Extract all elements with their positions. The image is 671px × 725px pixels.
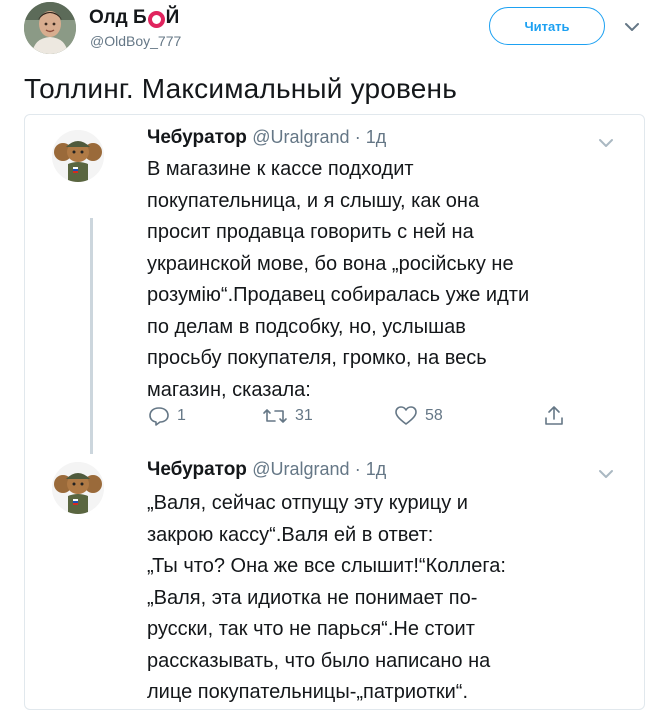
- author-handle[interactable]: @Uralgrand: [252, 127, 349, 147]
- thread-tweet-1[interactable]: Чебуратор @Uralgrand · 1д В магазине к к…: [24, 114, 645, 454]
- like-icon: [395, 406, 417, 425]
- thread-tweet-2[interactable]: Чебуратор @Uralgrand · 1д „Валя, сейчас …: [24, 454, 645, 704]
- reply-count: 1: [177, 407, 186, 424]
- tweet-body: „Валя, сейчас отпущу эту курицу и закрою…: [147, 488, 627, 709]
- retweet-button[interactable]: 31: [261, 404, 313, 428]
- display-name-text: Олд Б: [89, 7, 147, 28]
- reply-button[interactable]: 1: [147, 404, 186, 428]
- user-handle[interactable]: @OldBoy_777: [90, 33, 181, 49]
- like-button[interactable]: 58: [393, 404, 443, 428]
- tweet-body-line: „Валя, эта идиотка не понимает по-: [147, 586, 478, 609]
- retweet-icon: [263, 409, 287, 423]
- reply-icon: [149, 407, 169, 426]
- chevron-down-icon[interactable]: [596, 133, 616, 153]
- avatar[interactable]: [52, 462, 104, 514]
- cheburashka-avatar-image: [52, 462, 104, 514]
- tweet-body-line: „Валя, сейчас отпущу эту курицу и: [147, 492, 468, 514]
- tweet-body-line: лице покупательницы-„патриотки“.: [147, 681, 468, 703]
- tweet-text: Толлинг. Максимальный уровень: [24, 73, 457, 104]
- author-handle[interactable]: @Uralgrand: [252, 459, 349, 479]
- tweet-body-line: магазин, сказала:: [147, 378, 311, 401]
- share-button[interactable]: [542, 404, 566, 428]
- tweet-body-line: „Ты что? Она же все слышит!“Коллега:: [147, 555, 506, 577]
- tweet-body-line: закрою кассу“.Валя ей в ответ:: [147, 523, 434, 546]
- tweet-body: В магазине к кассе подходит покупательни…: [147, 154, 627, 406]
- tweet-body-line: русски, так что не парься“.Не стоит: [147, 618, 475, 640]
- ring-o-icon: [147, 10, 165, 28]
- tweet-body-line: украинской мове, бо вона „російську не: [147, 252, 514, 275]
- display-name[interactable]: Олд Б Й: [89, 7, 179, 29]
- tweet-body-line: по делам в подсобку, но, услышав: [147, 315, 466, 338]
- chevron-down-icon[interactable]: [622, 17, 642, 37]
- author-name[interactable]: Чебуратор: [147, 459, 247, 480]
- tweet-body-line: покупательница, и я слышу, как она: [147, 189, 480, 212]
- tweet-body-line: просит продавца говорить с ней на: [147, 221, 474, 243]
- share-icon: [545, 406, 563, 425]
- tweet-body-line: В магазине к кассе подходит: [147, 158, 414, 180]
- retweet-count: 31: [295, 407, 313, 424]
- avatar-image: [24, 2, 76, 54]
- tweet-body-line: просьбу покупателя, громко, на весь: [147, 347, 487, 369]
- avatar[interactable]: [24, 2, 76, 54]
- chevron-down-icon[interactable]: [596, 464, 616, 484]
- follow-button[interactable]: Читать: [489, 7, 605, 45]
- author-name[interactable]: Чебуратор: [147, 127, 247, 148]
- tweet-author-line: Чебуратор @Uralgrand · 1д: [147, 459, 386, 481]
- display-name-text-end: Й: [165, 7, 180, 28]
- cheburashka-avatar-image: [52, 130, 104, 182]
- avatar[interactable]: [52, 130, 104, 182]
- tweet-header: Олд Б Й @OldBoy_777 Читать: [0, 0, 671, 62]
- tweet-author-line: Чебуратор @Uralgrand · 1д: [147, 127, 386, 149]
- tweet-body-line: рассказывать, что было написано на: [147, 649, 491, 672]
- like-count: 58: [425, 407, 443, 424]
- tweet-body-line: розумію“.Продавец собиралась уже идти: [147, 284, 530, 306]
- tweet-actions: 1 31 58: [147, 404, 577, 436]
- tweet-time[interactable]: · 1д: [355, 459, 387, 479]
- tweet-time[interactable]: · 1д: [355, 127, 387, 147]
